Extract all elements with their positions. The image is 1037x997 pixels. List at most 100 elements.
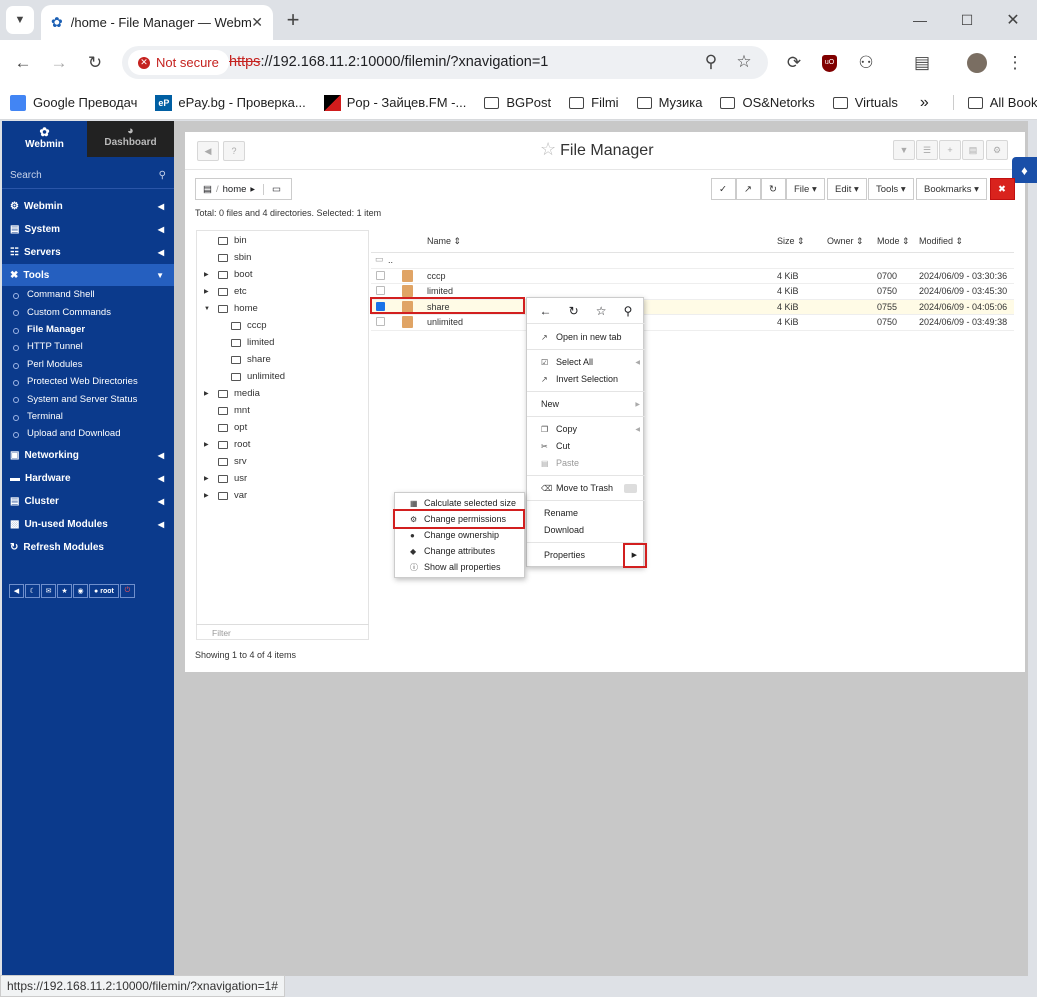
all-bookmarks-button[interactable]: All Bookmarks: [952, 95, 1037, 110]
sidebar-search-input[interactable]: Search ⚲: [2, 163, 174, 189]
bookmark-folder-muzika[interactable]: Музика: [636, 95, 702, 110]
star-icon[interactable]: ☆: [729, 47, 759, 77]
ublock-icon[interactable]: uO: [822, 55, 837, 72]
settings-button[interactable]: ⚙: [986, 140, 1008, 160]
tree-node[interactable]: ▶ var: [204, 487, 247, 504]
bookmark-pop[interactable]: Pop - Зайцев.FM -...: [323, 94, 466, 111]
new-tab-button[interactable]: +: [278, 5, 308, 35]
tree-node[interactable]: ▶ etc: [204, 283, 247, 300]
select-button[interactable]: ✓: [711, 178, 736, 200]
kebab-menu-icon[interactable]: ⋮: [1000, 48, 1030, 78]
open-folder-icon[interactable]: ▭: [263, 183, 281, 195]
theme-icon[interactable]: ◉: [73, 584, 88, 598]
menu-change-attributes[interactable]: ◆ Change attributes: [395, 543, 526, 559]
add-button[interactable]: +: [939, 140, 961, 160]
col-size[interactable]: Size ⇕: [777, 236, 805, 247]
sidebar-item-file-manager[interactable]: File Manager: [2, 321, 174, 338]
user-button[interactable]: ● root: [89, 584, 119, 598]
row-checkbox[interactable]: [376, 270, 385, 280]
menu-show-all-properties[interactable]: ⓘ Show all properties: [395, 559, 526, 575]
caret-right-icon[interactable]: ▶: [204, 475, 209, 482]
bookmark-epay[interactable]: eP ePay.bg - Проверка...: [155, 94, 306, 111]
favorite-star-icon[interactable]: ☆: [540, 139, 556, 159]
menu-servers[interactable]: ☷ Servers ◀: [2, 241, 174, 263]
caret-right-icon[interactable]: ▶: [204, 271, 209, 278]
tree-node[interactable]: sbin: [218, 249, 251, 266]
menu-cut[interactable]: ✂ Cut: [527, 438, 645, 454]
tree-node[interactable]: ▶ root: [204, 436, 250, 453]
back-button[interactable]: ◀: [197, 141, 219, 161]
menu-copy[interactable]: ❐ Copy ◀: [527, 421, 645, 437]
menu-change-ownership[interactable]: ● Change ownership: [395, 527, 526, 543]
bookmark-google-translate[interactable]: Google Преводач: [10, 94, 137, 111]
col-mode[interactable]: Mode ⇕: [877, 236, 910, 247]
caret-right-icon[interactable]: ▶: [204, 288, 209, 295]
logout-icon[interactable]: ⏻: [119, 584, 135, 598]
col-modified[interactable]: Modified ⇕: [919, 236, 963, 247]
close-icon[interactable]: ✕: [251, 14, 263, 31]
tree-node[interactable]: cccp: [231, 317, 267, 334]
favorites-icon[interactable]: ★: [57, 584, 72, 598]
webmin-tab[interactable]: ✿ Webmin: [2, 121, 87, 157]
notifications-bell-icon[interactable]: ♦: [1012, 157, 1037, 183]
menu-move-to-trash[interactable]: ⌫ Move to Trash: [527, 480, 645, 496]
menu-hardware[interactable]: ▬ Hardware ◀: [2, 468, 174, 490]
tree-filter-input[interactable]: Filter: [196, 624, 369, 640]
security-chip[interactable]: ✕ Not secure: [128, 50, 229, 75]
tools-menu-button[interactable]: Tools ▾: [868, 178, 914, 200]
night-mode-icon[interactable]: ☾: [25, 584, 40, 598]
profile-avatar[interactable]: [967, 53, 987, 73]
tree-node[interactable]: opt: [218, 419, 247, 436]
minimize-button[interactable]: —: [905, 5, 935, 35]
bookmark-folder-bgpost[interactable]: BGPost: [484, 95, 551, 110]
filter-button[interactable]: ▼: [893, 140, 915, 160]
tab-search-button[interactable]: ▼: [6, 6, 34, 34]
sidebar-item-terminal[interactable]: Terminal: [2, 408, 174, 425]
tree-node[interactable]: ▶ media: [204, 385, 260, 402]
sidebar-item-protected-web-directories[interactable]: Protected Web Directories: [2, 373, 174, 390]
archive-button[interactable]: ▤: [962, 140, 984, 160]
maximize-button[interactable]: ☐: [952, 5, 982, 35]
tree-node[interactable]: mnt: [218, 402, 250, 419]
col-name[interactable]: Name ⇕: [427, 236, 461, 247]
row-checkbox[interactable]: [376, 286, 385, 295]
menu-new[interactable]: New ▶: [527, 396, 645, 412]
row-checkbox[interactable]: [376, 317, 385, 326]
mail-icon[interactable]: ✉: [41, 584, 56, 598]
sidebar-collapse-icon[interactable]: ◀: [9, 584, 24, 598]
caret-down-icon[interactable]: ▼: [204, 306, 210, 312]
refresh-icon[interactable]: ↻: [569, 304, 579, 318]
caret-right-icon[interactable]: ▶: [204, 390, 209, 397]
breadcrumb-home[interactable]: home: [223, 184, 247, 195]
menu-cluster[interactable]: ▤ Cluster ◀: [2, 491, 174, 513]
edit-menu-button[interactable]: Edit ▾: [827, 178, 867, 200]
menu-refresh-modules[interactable]: ↻ Refresh Modules: [2, 537, 174, 559]
zoom-search-icon[interactable]: ⚲: [696, 47, 726, 77]
table-row[interactable]: unlimited 4 KiB 0750 2024/06/09 - 03:49:38: [371, 315, 1014, 331]
parent-row[interactable]: ▭ ..: [371, 253, 1014, 269]
reading-list-icon[interactable]: ▤: [907, 48, 937, 78]
menu-download[interactable]: Download: [527, 522, 645, 538]
caret-right-icon[interactable]: ▶: [204, 441, 209, 448]
bookmark-folder-osnetorks[interactable]: OS&Netorks: [720, 95, 815, 110]
tree-node[interactable]: ▶ boot: [204, 266, 253, 283]
menu-webmin[interactable]: ⚙ Webmin ◀: [2, 195, 174, 217]
menu-unused-modules[interactable]: ▩ Un-used Modules ◀: [2, 514, 174, 536]
menu-open-new-tab[interactable]: ↗ Open in new tab: [527, 329, 645, 345]
tree-node[interactable]: ▶ usr: [204, 470, 247, 487]
reload-icon[interactable]: ↻: [80, 48, 110, 78]
sidebar-item-system-server-status[interactable]: System and Server Status: [2, 390, 174, 407]
col-owner[interactable]: Owner ⇕: [827, 236, 864, 247]
window-close-button[interactable]: ✕: [998, 5, 1028, 35]
bookmark-folder-virtuals[interactable]: Virtuals: [832, 95, 898, 110]
back-icon[interactable]: ←: [8, 48, 38, 78]
caret-right-icon[interactable]: ▶: [204, 492, 209, 499]
url-text[interactable]: https://192.168.11.2:10000/filemin/?xnav…: [229, 54, 548, 70]
star-icon[interactable]: ☆: [596, 304, 607, 318]
menu-tools[interactable]: ✖ Tools ▼: [2, 264, 174, 286]
file-menu-button[interactable]: File ▾: [786, 178, 825, 200]
menu-invert-selection[interactable]: ↗ Invert Selection: [527, 371, 645, 387]
forward-icon[interactable]: →: [44, 48, 74, 78]
bookmark-folder-filmi[interactable]: Filmi: [569, 95, 619, 110]
address-bar[interactable]: ✕ Not secure https://192.168.11.2:10000/…: [122, 46, 768, 79]
